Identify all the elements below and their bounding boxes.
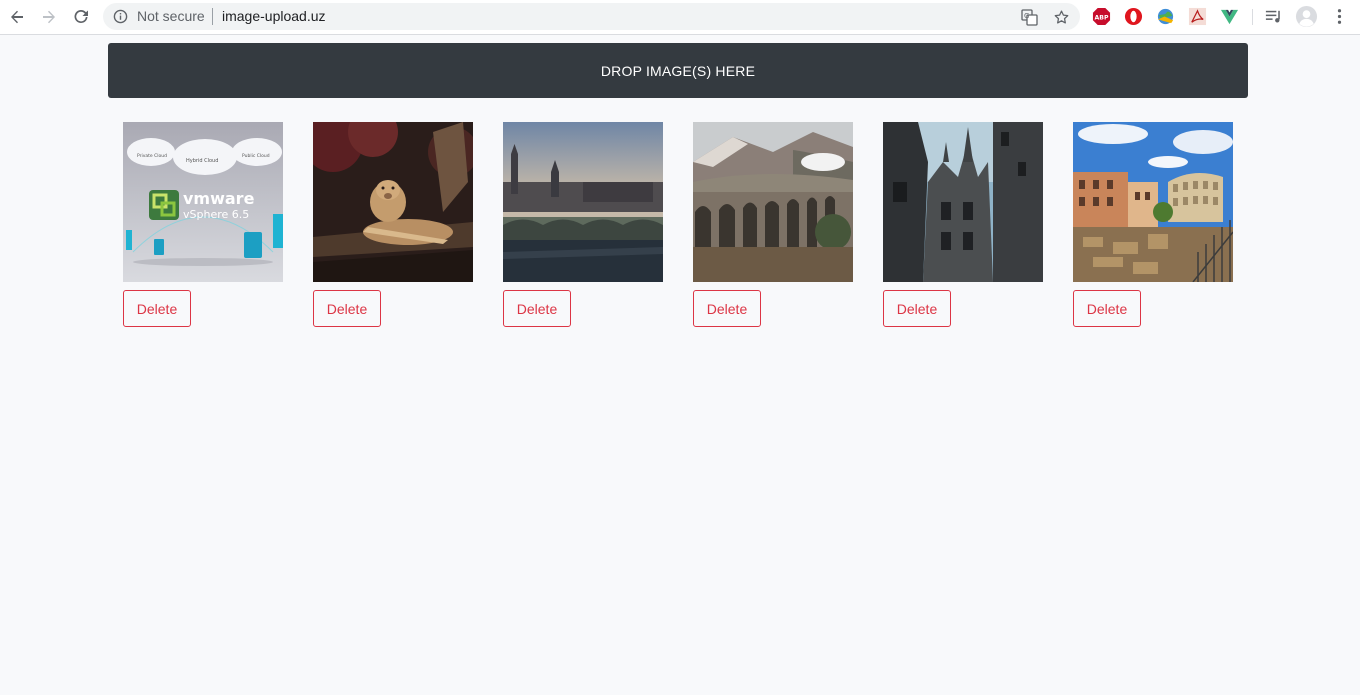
star-icon <box>1054 9 1068 24</box>
translate-button[interactable]: G <box>1020 8 1038 26</box>
adblock-plus-icon: ABP <box>1092 7 1111 26</box>
delete-button[interactable]: Delete <box>693 290 761 327</box>
delete-button[interactable]: Delete <box>503 290 571 327</box>
security-status: Not secure <box>137 8 205 24</box>
reload-button[interactable] <box>70 6 92 28</box>
translate-icon: G <box>1020 8 1038 26</box>
globe-extension-button[interactable] <box>1156 7 1175 26</box>
opera-extension-button[interactable] <box>1124 7 1143 26</box>
bookmark-button[interactable] <box>1052 8 1070 26</box>
vue-devtools-button[interactable] <box>1220 7 1239 26</box>
vue-devtools-icon <box>1220 9 1239 25</box>
media-controls-button[interactable] <box>1264 7 1283 26</box>
info-icon[interactable] <box>113 9 128 24</box>
address-divider <box>212 8 213 25</box>
svg-text:G: G <box>1024 12 1029 20</box>
image-card: Delete <box>1073 122 1233 327</box>
dropzone-label: DROP IMAGE(S) HERE <box>600 62 756 79</box>
delete-button[interactable]: Delete <box>123 290 191 327</box>
avatar-icon <box>1295 5 1318 28</box>
delete-button[interactable]: Delete <box>1073 290 1141 327</box>
overlay-private-cloud: Private Cloud <box>137 153 167 159</box>
forward-button[interactable] <box>38 6 60 28</box>
adblock-plus-button[interactable]: ABP <box>1092 7 1111 26</box>
back-button[interactable] <box>6 6 28 28</box>
overlay-public-cloud: Public Cloud <box>242 153 270 159</box>
delete-button[interactable]: Delete <box>313 290 381 327</box>
image-card: Delete <box>883 122 1043 327</box>
url-text[interactable]: image-upload.uz <box>222 9 326 24</box>
vmware-vsphere-icon: Private Cloud Hybrid Cloud Public Cloud … <box>123 122 283 282</box>
back-arrow-icon <box>11 10 23 24</box>
overlay-brand: vmware <box>183 189 255 208</box>
image-card: Delete <box>313 122 473 327</box>
viaduct-train-icon <box>693 122 853 282</box>
address-bar[interactable]: Not secure image-upload.uz G <box>103 3 1080 30</box>
image-card: Delete <box>693 122 853 327</box>
gothic-castle-icon <box>883 122 1043 282</box>
extension-globe-icon <box>1157 8 1174 25</box>
reload-icon <box>74 9 88 23</box>
image-card: Delete <box>503 122 663 327</box>
overlay-product: vSphere 6.5 <box>183 208 249 221</box>
colosseum-icon <box>1073 122 1233 282</box>
media-playlist-icon <box>1265 10 1280 23</box>
opera-icon <box>1124 7 1143 26</box>
overlay-hybrid-cloud: Hybrid Cloud <box>186 158 218 164</box>
pdf-extension-button[interactable] <box>1188 7 1207 26</box>
svg-text:ABP: ABP <box>1095 14 1109 21</box>
toolbar-divider <box>1252 9 1253 25</box>
delete-button[interactable]: Delete <box>883 290 951 327</box>
lioness-icon <box>313 122 473 282</box>
forward-arrow-icon <box>43 10 55 24</box>
browser-toolbar: Not secure image-upload.uz G ABP <box>0 0 1360 35</box>
image-card: Private Cloud Hybrid Cloud Public Cloud … <box>123 122 283 327</box>
browser-menu-button[interactable] <box>1330 7 1349 26</box>
westminster-bridge-icon <box>503 122 663 282</box>
image-dropzone[interactable]: DROP IMAGE(S) HERE <box>108 43 1248 98</box>
pdf-icon <box>1188 7 1207 26</box>
profile-button[interactable] <box>1295 5 1318 28</box>
kebab-menu-icon <box>1337 9 1342 24</box>
